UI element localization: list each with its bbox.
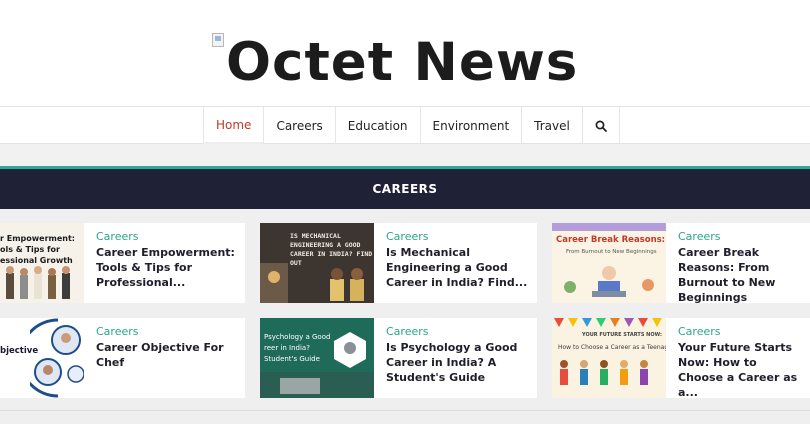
article-card[interactable]: Psychology a Good reer in India? Student… (260, 318, 537, 398)
nav-item-careers[interactable]: Careers (263, 107, 334, 144)
thumb-text-line: ols & Tips for (0, 245, 60, 254)
thumb-text-line: YOUR FUTURE STARTS NOW: (582, 332, 662, 338)
article-thumbnail[interactable]: r Empowerment: ols & Tips for essional G… (0, 223, 84, 303)
article-title[interactable]: Is Mechanical Engineering a Good Career … (386, 245, 531, 290)
article-category[interactable]: Careers (386, 230, 531, 244)
nav-item-home[interactable]: Home (203, 107, 264, 144)
thumb-text-line: CAREER IN INDIA? FIND (290, 250, 373, 258)
nav-list: Home Careers Education Environment Trave… (203, 107, 620, 144)
article-thumbnail[interactable]: YOUR FUTURE STARTS NOW: How to Choose a … (552, 318, 666, 398)
section-title: CAREERS (372, 182, 438, 196)
article-title[interactable]: Career Objective For Chef (96, 340, 239, 370)
article-category[interactable]: Careers (678, 230, 804, 244)
article-thumbnail[interactable]: Career Break Reasons: From Burnout to Ne… (552, 223, 666, 303)
article-thumbnail[interactable]: bjective (0, 318, 84, 398)
article-category[interactable]: Careers (96, 230, 239, 244)
article-card[interactable]: Career Break Reasons: From Burnout to Ne… (552, 223, 810, 305)
article-title[interactable]: Career Break Reasons: From Burnout to Ne… (678, 245, 804, 305)
main-nav: Home Careers Education Environment Trave… (0, 106, 810, 144)
site-logo[interactable]: Octet News (226, 30, 578, 96)
laptop-illustration (564, 266, 654, 297)
site-header: Octet News (0, 0, 810, 106)
article-thumbnail[interactable]: Psychology a Good reer in India? Student… (260, 318, 374, 398)
article-title[interactable]: Is Psychology a Good Career in India? A … (386, 340, 531, 385)
article-title[interactable]: Career Empowerment: Tools & Tips for Pro… (96, 245, 239, 290)
article-card[interactable]: bjective Careers Career Objective For Ch… (0, 318, 245, 398)
search-icon (595, 120, 607, 132)
bunting-decoration (554, 318, 662, 327)
nav-divider-strip (0, 144, 810, 166)
article-card[interactable]: YOUR FUTURE STARTS NOW: How to Choose a … (552, 318, 810, 400)
nav-item-education[interactable]: Education (334, 107, 420, 144)
section-header: CAREERS (0, 169, 810, 209)
thumb-text-line: r Empowerment: (0, 234, 75, 243)
article-category[interactable]: Careers (386, 325, 531, 339)
thumb-band (552, 223, 666, 231)
people-illustration (6, 266, 70, 299)
article-card[interactable]: IS MECHANICAL ENGINEERING A GOOD CAREER … (260, 223, 537, 303)
psychology-illustration (260, 332, 374, 398)
article-category[interactable]: Careers (96, 325, 239, 339)
engineers-illustration (260, 263, 364, 303)
nav-item-travel[interactable]: Travel (521, 107, 582, 144)
nav-item-environment[interactable]: Environment (419, 107, 522, 144)
thumb-text-line: How to Choose a Career as a Teenager (558, 344, 666, 351)
article-thumbnail[interactable]: IS MECHANICAL ENGINEERING A GOOD CAREER … (260, 223, 374, 303)
article-category[interactable]: Careers (678, 325, 804, 339)
chef-illustration (30, 318, 84, 398)
article-title[interactable]: Your Future Starts Now: How to Choose a … (678, 340, 804, 400)
grid-bottom-divider (0, 410, 810, 411)
thumb-text-line: Career Break Reasons: (556, 235, 666, 245)
search-button[interactable] (581, 107, 620, 144)
teens-illustration (560, 360, 648, 385)
broken-image-icon (212, 33, 224, 47)
article-card[interactable]: r Empowerment: ols & Tips for essional G… (0, 223, 245, 303)
